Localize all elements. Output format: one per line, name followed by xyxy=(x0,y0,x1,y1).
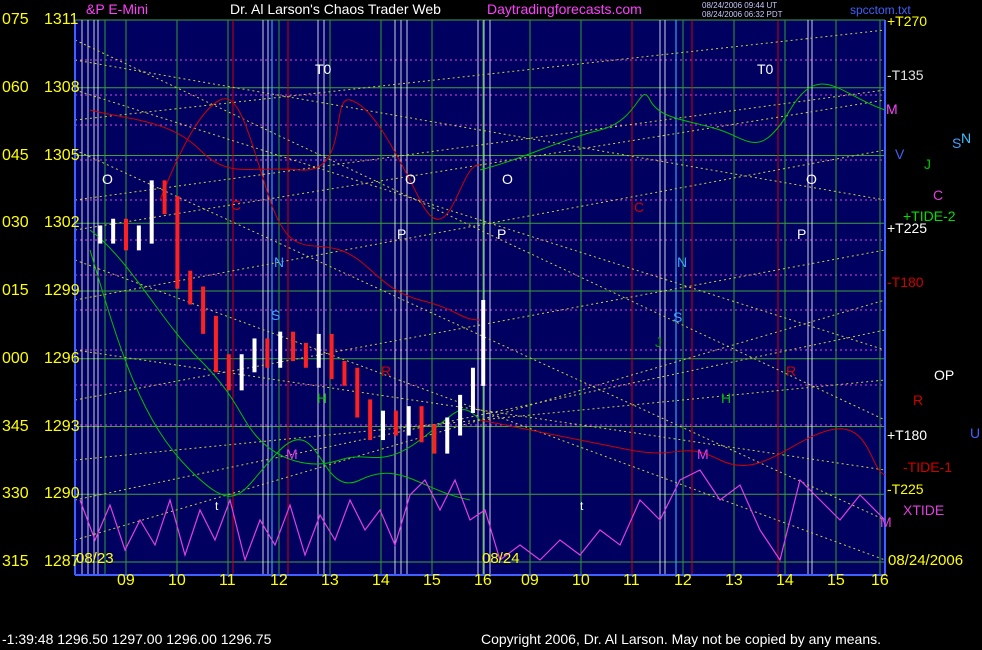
y-tick-code: 345 xyxy=(2,417,29,435)
y-tick-code: 030 xyxy=(2,214,29,232)
copyright-text: Copyright 2006, Dr. Al Larson. May not b… xyxy=(481,631,882,647)
y-tick-price: 1305 xyxy=(44,146,80,164)
x-tick-day2: 15 xyxy=(827,572,845,589)
y-tick-code: 015 xyxy=(2,282,29,299)
y-tick-code: 000 xyxy=(2,349,29,367)
marker-p-1: P xyxy=(397,226,407,242)
label-j: J xyxy=(924,156,931,172)
x-tick-day2: 16 xyxy=(871,572,889,589)
marker-c-2: C xyxy=(634,199,645,215)
label-c: C xyxy=(933,187,944,203)
label-plus-t270: +T270 xyxy=(887,13,928,29)
y-tick-price: 1308 xyxy=(44,78,80,96)
x-tick-day2: 13 xyxy=(725,572,743,589)
y-tick-price: 1299 xyxy=(44,282,80,299)
marker-s-1: S xyxy=(271,307,281,323)
y-tick-code: 315 xyxy=(2,553,29,570)
marker-m-1: M xyxy=(286,446,298,462)
label-v: V xyxy=(895,146,905,162)
y-tick-code: 045 xyxy=(2,146,29,164)
y-tick-price: 1293 xyxy=(44,417,80,435)
marker-o-3: O xyxy=(502,171,513,187)
marker-o-4: O xyxy=(806,171,817,187)
date-label-right: 08/24/2006 xyxy=(888,552,964,569)
date-label-left: 08/23 xyxy=(76,550,114,567)
label-u: U xyxy=(970,425,981,441)
marker-h-2: H xyxy=(721,390,732,406)
marker-o-2: O xyxy=(405,171,416,187)
y-tick-price: 1311 xyxy=(44,11,79,28)
x-tick-day2: 12 xyxy=(674,572,692,589)
label-minus-t225: -T225 xyxy=(887,481,924,497)
plot-background xyxy=(75,20,885,575)
site-link[interactable]: Daytradingforecasts.com xyxy=(487,2,642,16)
marker-j-1: J xyxy=(655,334,662,350)
label-minus-t135: -T135 xyxy=(887,67,924,83)
y-tick-code: 330 xyxy=(2,485,29,503)
symbol-label: &P E-Mini xyxy=(86,1,148,17)
marker-s-2: S xyxy=(673,309,683,325)
x-tick-day1: 12 xyxy=(270,572,288,589)
marker-h-1: H xyxy=(317,390,328,406)
y-tick-price: 1287 xyxy=(44,553,80,570)
label-minus-t180: -T180 xyxy=(887,274,924,290)
chart-window: &P E-Mini Dr. Al Larson's Chaos Trader W… xyxy=(0,0,982,650)
timestamp-pdt: 08/24/2006 06:32 PDT xyxy=(702,10,783,19)
label-minus-tide-1: -TIDE-1 xyxy=(903,459,952,475)
timestamp-ut: 08/24/2006 09:44 UT xyxy=(702,1,778,10)
x-tick-day2: 14 xyxy=(776,572,794,589)
x-tick-day1: 16 xyxy=(474,572,492,589)
y-tick-price: 1290 xyxy=(44,485,80,503)
y-tick-price: 1302 xyxy=(44,214,80,232)
marker-n-1: N xyxy=(274,254,285,270)
y-tick-code: 075 xyxy=(2,11,29,28)
x-tick-day1: 14 xyxy=(372,572,390,589)
marker-t-2: t xyxy=(580,499,584,513)
x-tick-day2: 09 xyxy=(521,572,539,589)
x-tick-day1: 15 xyxy=(423,572,441,589)
label-xtide: XTIDE xyxy=(903,502,945,518)
y-tick-code: 060 xyxy=(2,78,29,96)
marker-r-1: R xyxy=(381,363,392,379)
x-tick-day1: 13 xyxy=(321,572,339,589)
marker-t0-2: T0 xyxy=(757,61,774,77)
marker-c-1: C xyxy=(231,197,242,213)
marker-m-2: M xyxy=(697,446,709,462)
x-tick-day1: 10 xyxy=(168,572,186,589)
x-tick-day2: 10 xyxy=(572,572,590,589)
x-tick-day1: 11 xyxy=(219,572,236,589)
label-m: M xyxy=(886,101,898,117)
label-n: N xyxy=(961,130,972,146)
marker-p-2: P xyxy=(497,226,507,242)
marker-t-1: t xyxy=(215,499,219,513)
label-m-lower: M xyxy=(880,514,892,530)
date-label-middle: 08/24 xyxy=(482,550,520,567)
marker-r-2: R xyxy=(786,363,797,379)
label-op: OP xyxy=(934,367,955,383)
label-plus-t180: +T180 xyxy=(887,427,928,443)
label-s: S xyxy=(952,135,962,151)
label-plus-t225: +T225 xyxy=(887,220,928,236)
marker-n-2: N xyxy=(677,254,688,270)
x-tick-day2: 11 xyxy=(623,572,640,589)
marker-t0-1: T0 xyxy=(315,61,332,77)
x-tick-day1: 09 xyxy=(117,572,135,589)
chart-title: Dr. Al Larson's Chaos Trader Web xyxy=(230,1,441,17)
label-r: R xyxy=(913,392,924,408)
marker-o-1: O xyxy=(102,171,113,187)
cursor-readout: -1:39:48 1296.50 1297.00 1296.00 1296.75 xyxy=(2,631,272,647)
marker-p-3: P xyxy=(797,226,807,242)
y-tick-price: 1296 xyxy=(44,349,80,367)
